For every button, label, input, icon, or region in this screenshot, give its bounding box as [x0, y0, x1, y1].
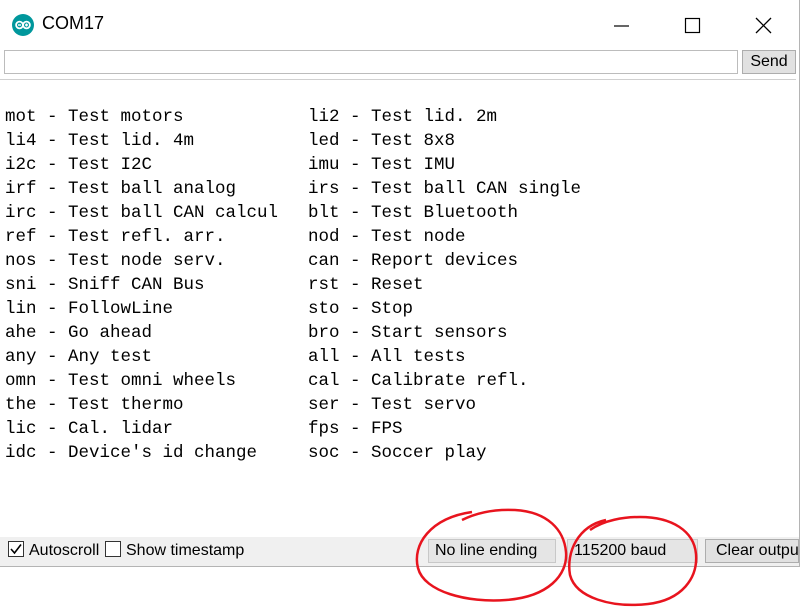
output-line: i2c - Test I2C — [5, 155, 153, 175]
output-line: can - Report devices — [308, 251, 519, 271]
autoscroll-checkbox[interactable] — [8, 541, 24, 557]
output-line: idc - Device's id change — [5, 443, 258, 463]
output-line: sni - Sniff CAN Bus — [5, 275, 205, 295]
output-line: li4 - Test lid. 4m — [5, 131, 195, 151]
line-ending-dropdown[interactable]: No line ending — [428, 539, 556, 563]
output-line: sto - Stop — [308, 299, 414, 319]
output-line: led - Test 8x8 — [308, 131, 456, 151]
output-line: mot - Test motors — [5, 107, 184, 127]
output-line: bro - Start sensors — [308, 323, 508, 343]
clear-output-button[interactable]: Clear output — [705, 539, 799, 563]
output-line: lic - Cal. lidar — [5, 419, 174, 439]
output-line: irc - Test ball CAN calcul — [5, 203, 279, 223]
output-line: irs - Test ball CAN single — [308, 179, 582, 199]
minimize-icon — [614, 25, 629, 27]
close-button[interactable] — [731, 0, 797, 50]
close-icon — [755, 17, 772, 34]
output-line: the - Test thermo — [5, 395, 184, 415]
output-line: irf - Test ball analog — [5, 179, 237, 199]
output-line: ref - Test refl. arr. — [5, 227, 226, 247]
minimize-button[interactable] — [589, 0, 655, 50]
title-bar: COM17 — [0, 0, 799, 50]
arduino-icon — [12, 14, 34, 36]
output-line: soc - Soccer play — [308, 443, 487, 463]
output-line: rst - Reset — [308, 275, 424, 295]
window-title: COM17 — [42, 13, 105, 33]
maximize-icon — [684, 17, 701, 34]
serial-monitor-window: COM17 Send mot - Test motors li4 - Test l… — [0, 0, 800, 567]
command-input-row: Send — [0, 50, 799, 76]
output-line: blt - Test Bluetooth — [308, 203, 519, 223]
output-line: omn - Test omni wheels — [5, 371, 237, 391]
autoscroll-label: Autoscroll — [29, 542, 100, 559]
output-line: ser - Test servo — [308, 395, 477, 415]
output-left-column: mot - Test motors li4 - Test lid. 4m i2c -… — [5, 105, 278, 465]
show-timestamp-label: Show timestamp — [126, 542, 245, 559]
output-line: nod - Test node — [308, 227, 466, 247]
output-line: lin - FollowLine — [5, 299, 174, 319]
show-timestamp-checkbox[interactable] — [105, 541, 121, 557]
output-line: ahe - Go ahead — [5, 323, 153, 343]
checkmark-icon — [10, 544, 22, 555]
output-line: all - All tests — [308, 347, 466, 367]
output-right-column: li2 - Test lid. 2m led - Test 8x8 imu - Te… — [308, 105, 581, 465]
serial-output[interactable]: mot - Test motors li4 - Test lid. 4m i2c -… — [0, 79, 796, 534]
output-line: imu - Test IMU — [308, 155, 456, 175]
command-input[interactable] — [4, 50, 738, 74]
send-button[interactable]: Send — [742, 50, 796, 74]
output-line: any - Any test — [5, 347, 153, 367]
status-bar: Autoscroll Show timestamp No line ending… — [0, 537, 799, 566]
baud-rate-dropdown[interactable]: 115200 baud — [567, 539, 698, 563]
output-line: nos - Test node serv. — [5, 251, 226, 271]
output-line: cal - Calibrate refl. — [308, 371, 529, 391]
output-line: fps - FPS — [308, 419, 403, 439]
output-line: li2 - Test lid. 2m — [308, 107, 498, 127]
maximize-button[interactable] — [660, 0, 726, 50]
